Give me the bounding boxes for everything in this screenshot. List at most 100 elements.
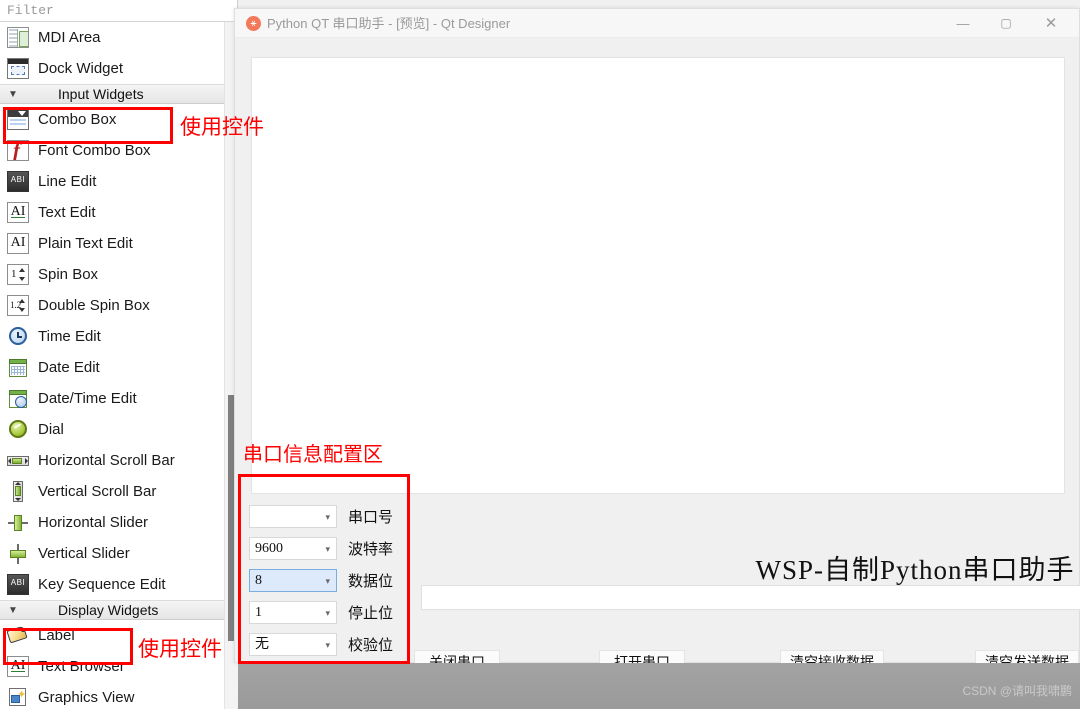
parity-combo-value: 无: [255, 636, 269, 652]
widget-item-label: Spin Box: [38, 266, 99, 283]
spin-box-icon-text: 1: [11, 268, 17, 280]
databits-label: 数据位: [348, 572, 394, 590]
widget-item-label: Plain Text Edit: [38, 235, 133, 252]
spin-down-arrow-icon: [19, 308, 25, 312]
widget-item-vertical-slider[interactable]: Vertical Slider: [0, 538, 224, 569]
chevron-down-icon: ▾: [325, 607, 330, 618]
widget-item-horizontal-scroll-bar[interactable]: Horizontal Scroll Bar: [0, 445, 224, 476]
widget-group-input-widgets[interactable]: ▼ Input Widgets: [0, 84, 224, 104]
databits-combo-value: 8: [255, 572, 262, 588]
widget-item-label: Vertical Scroll Bar: [38, 483, 157, 500]
config-row-parity: 无 ▾ 校验位: [249, 628, 409, 660]
qt-logo-icon: ⚹: [246, 16, 261, 31]
spin-down-arrow-icon: [19, 277, 25, 281]
window-body: WSP-自制Python串口助手 ▾ 串口号 9600 ▾ 波特率 8 ▾ 数据…: [235, 38, 1080, 675]
serial-config-group: ▾ 串口号 9600 ▾ 波特率 8 ▾ 数据位 1 ▾ 停止位 无 ▾ 校验位: [249, 500, 409, 660]
text-browser-icon: AI: [7, 656, 29, 677]
widget-item-vertical-scroll-bar[interactable]: Vertical Scroll Bar: [0, 476, 224, 507]
port-combo[interactable]: ▾: [249, 504, 337, 528]
minimize-button[interactable]: —: [943, 9, 983, 38]
chevron-down-icon: ▾: [325, 543, 330, 554]
widget-item-label: Double Spin Box: [38, 297, 150, 314]
filter-input[interactable]: [0, 0, 237, 21]
widget-item-mdi-area[interactable]: MDI Area: [0, 22, 224, 53]
date-edit-icon: [7, 357, 29, 378]
window-titlebar[interactable]: ⚹ Python QT 串口助手 - [预览] - Qt Designer — …: [235, 9, 1079, 38]
widget-item-date-time-edit[interactable]: Date/Time Edit: [0, 383, 224, 414]
widget-item-label: Text Edit: [38, 204, 96, 221]
widget-item-label: Combo Box: [38, 111, 117, 128]
config-row-port: ▾ 串口号: [249, 500, 409, 532]
parity-combo[interactable]: 无 ▾: [249, 632, 337, 656]
horizontal-scroll-bar-icon: [7, 450, 29, 471]
widget-item-label: Time Edit: [38, 328, 101, 345]
widget-item-dock-widget[interactable]: Dock Widget: [0, 53, 224, 84]
horizontal-slider-icon: [7, 512, 29, 533]
dial-icon: [7, 419, 29, 440]
widget-item-date-edit[interactable]: Date Edit: [0, 352, 224, 383]
receive-data-textarea[interactable]: [251, 57, 1065, 494]
widget-item-line-edit[interactable]: ABI Line Edit: [0, 166, 224, 197]
close-button[interactable]: ✕: [1031, 9, 1071, 38]
spin-up-arrow-icon: [19, 268, 25, 272]
widget-item-label: Vertical Slider: [38, 545, 130, 562]
key-sequence-edit-icon-text: ABI: [10, 578, 26, 587]
widget-item-label: Dock Widget: [38, 60, 124, 77]
widget-item-spin-box[interactable]: 1 Spin Box: [0, 259, 224, 290]
label-icon: [7, 625, 29, 646]
widget-item-label: Date Edit: [38, 359, 100, 376]
config-row-stopbits: 1 ▾ 停止位: [249, 596, 409, 628]
widget-item-key-sequence-edit[interactable]: ABI Key Sequence Edit: [0, 569, 224, 600]
filter-row: [0, 0, 238, 22]
widget-item-label: Graphics View: [38, 689, 135, 706]
widget-item-time-edit[interactable]: Time Edit: [0, 321, 224, 352]
widget-item-label: Line Edit: [38, 173, 97, 190]
stopbits-label: 停止位: [348, 604, 394, 622]
baud-combo[interactable]: 9600 ▾: [249, 536, 337, 560]
text-browser-icon-text: AI: [10, 658, 26, 673]
graphics-view-icon: ✦: [7, 687, 29, 708]
baud-label: 波特率: [348, 540, 394, 558]
preview-window: ⚹ Python QT 串口助手 - [预览] - Qt Designer — …: [234, 8, 1080, 675]
stopbits-combo-value: 1: [255, 604, 262, 620]
chevron-down-icon: ▾: [325, 575, 330, 586]
watermark-text: CSDN @请叫我啸鹏: [962, 684, 1072, 698]
font-combo-box-icon: [7, 140, 29, 161]
databits-combo[interactable]: 8 ▾: [249, 568, 337, 592]
annotation-text-use-widget-1: 使用控件: [180, 116, 264, 139]
widget-group-display-widgets[interactable]: ▼ Display Widgets: [0, 600, 224, 620]
desktop-background-strip: CSDN @请叫我啸鹏: [238, 663, 1080, 709]
widget-item-label: Date/Time Edit: [38, 390, 137, 407]
vertical-slider-icon: [7, 543, 29, 564]
send-data-input[interactable]: [422, 586, 1080, 609]
annotation-text-use-widget-2: 使用控件: [138, 638, 222, 661]
mdi-area-icon: [7, 27, 29, 48]
widget-item-text-edit[interactable]: AI Text Edit: [0, 197, 224, 228]
widget-group-label: Input Widgets: [58, 86, 144, 102]
baud-combo-value: 9600: [255, 540, 283, 556]
window-title: Python QT 串口助手 - [预览] - Qt Designer: [267, 16, 511, 31]
maximize-button[interactable]: ▢: [986, 9, 1026, 38]
widget-item-double-spin-box[interactable]: 1.2 Double Spin Box: [0, 290, 224, 321]
chevron-down-icon: ▼: [8, 88, 18, 100]
send-data-input-wrapper: [421, 585, 1080, 610]
widget-item-plain-text-edit[interactable]: AI Plain Text Edit: [0, 228, 224, 259]
port-label: 串口号: [348, 508, 394, 526]
chevron-down-icon: ▾: [325, 639, 330, 650]
stopbits-combo[interactable]: 1 ▾: [249, 600, 337, 624]
double-spin-box-icon: 1.2: [7, 295, 29, 316]
text-edit-icon: AI: [7, 202, 29, 223]
widget-item-label: Horizontal Slider: [38, 514, 149, 531]
widget-item-dial[interactable]: Dial: [0, 414, 224, 445]
widget-group-label: Display Widgets: [58, 602, 159, 618]
widget-item-label: Text Browser: [38, 658, 125, 675]
widget-item-horizontal-slider[interactable]: Horizontal Slider: [0, 507, 224, 538]
parity-label: 校验位: [348, 636, 394, 654]
widget-item-graphics-view[interactable]: ✦ Graphics View: [0, 682, 224, 709]
date-time-edit-icon: [7, 388, 29, 409]
widget-item-label: Font Combo Box: [38, 142, 151, 159]
spin-up-arrow-icon: [19, 299, 25, 303]
dock-widget-icon: [7, 58, 29, 79]
plain-text-edit-icon: AI: [7, 233, 29, 254]
widget-item-label: Horizontal Scroll Bar: [38, 452, 175, 469]
